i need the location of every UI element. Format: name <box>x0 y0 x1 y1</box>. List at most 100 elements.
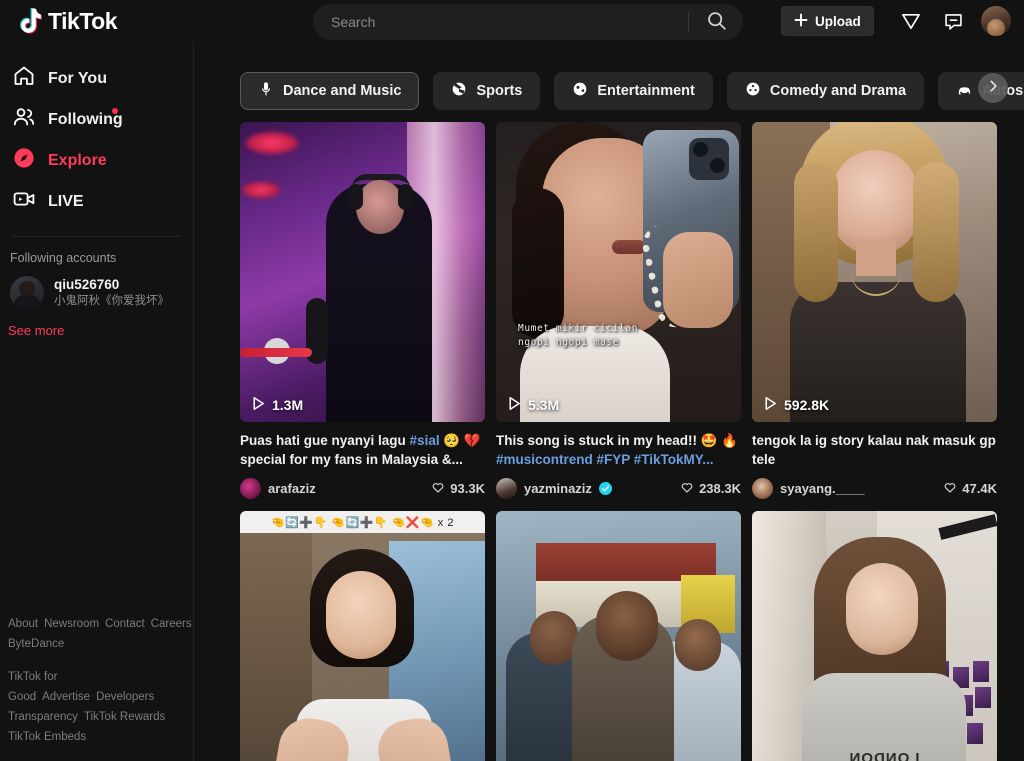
footer-link-careers[interactable]: Careers <box>151 618 192 630</box>
category-chip-comedy-and-drama[interactable]: Comedy and Drama <box>726 72 925 110</box>
video-thumbnail[interactable]: 🤏🔄➕👇 🤏🔄➕👇 🤏❌🤏 x 2 <box>240 511 485 761</box>
footer-link-developers[interactable]: Developers <box>96 691 154 703</box>
people-icon <box>12 105 36 134</box>
video-thumbnail[interactable] <box>496 511 741 761</box>
footer-line: ByteDance <box>8 634 186 654</box>
thumb-art <box>846 563 918 656</box>
sidebar-item-following[interactable]: Following <box>0 99 193 140</box>
category-chip-entertainment[interactable]: Entertainment <box>554 72 713 110</box>
video-meta: syayang.____ 47.4K <box>752 478 997 500</box>
thumb-art <box>675 619 721 672</box>
caption-hashtag[interactable]: #sial <box>410 433 440 448</box>
upload-label: Upload <box>815 13 861 29</box>
upload-button[interactable]: Upload <box>781 6 874 36</box>
live-video-icon <box>12 187 36 216</box>
tiktok-logo[interactable]: TikTok <box>0 7 195 35</box>
following-account-row[interactable]: qiu526760 小鬼阿秋《你爱我坏》 <box>0 271 193 315</box>
footer-line: TikTok for Good Advertise Developers <box>8 667 186 707</box>
footer-link-bytedance[interactable]: ByteDance <box>8 638 64 650</box>
compass-icon <box>12 146 36 175</box>
account-subtitle: 小鬼阿秋《你爱我坏》 <box>54 295 169 308</box>
video-card[interactable]: 🤏🔄➕👇 🤏🔄➕👇 🤏❌🤏 x 2 <box>240 511 485 761</box>
sidebar-label-live: LIVE <box>48 192 84 210</box>
thumb-art <box>512 188 564 338</box>
sidebar-item-for-you[interactable]: For You <box>0 58 193 99</box>
author-username[interactable]: arafaziz <box>268 481 316 496</box>
footer-line: Transparency TikTok Rewards <box>8 707 186 727</box>
chevron-right-icon <box>986 79 1000 98</box>
category-label: Comedy and Drama <box>769 83 907 99</box>
thumb-art <box>246 132 298 154</box>
profile-avatar[interactable] <box>981 6 1011 36</box>
author-username[interactable]: yazminaziz <box>524 481 592 496</box>
account-avatar <box>10 276 44 310</box>
video-card[interactable] <box>496 511 741 761</box>
author-username[interactable]: syayang.____ <box>780 481 865 496</box>
microphone-icon <box>258 81 274 101</box>
category-chip-sports[interactable]: Sports <box>433 72 541 110</box>
like-count-value: 93.3K <box>450 481 485 497</box>
video-thumbnail[interactable]: Mumet mikir cicilan ngopi ngopi mase 5.3… <box>496 122 741 422</box>
search-button[interactable] <box>689 4 743 40</box>
author-avatar[interactable] <box>496 478 517 500</box>
play-icon <box>252 396 265 414</box>
footer-group-company: About Newsroom Contact Careers ByteDance <box>8 614 192 654</box>
video-caption: tengok la ig story kalau nak masuk gp te… <box>752 431 997 469</box>
following-notification-badge <box>112 108 118 114</box>
video-card[interactable]: 592.8K tengok la ig story kalau nak masu… <box>752 122 997 500</box>
thumb-art <box>612 240 646 254</box>
video-card[interactable]: 1.3M Puas hati gue nyanyi lagu #sial 🥺 💔… <box>240 122 485 500</box>
thumb-art <box>242 182 280 198</box>
sidebar-label-following: Following <box>48 110 123 128</box>
message-icon[interactable] <box>940 8 966 34</box>
caption-hashtag[interactable]: #musicontrend #FYP #TikTokMY... <box>496 452 714 467</box>
thumb-art <box>832 150 918 254</box>
see-more-link[interactable]: See more <box>0 315 193 338</box>
footer-link-contact[interactable]: Contact <box>105 618 145 630</box>
video-grid: 1.3M Puas hati gue nyanyi lagu #sial 🥺 💔… <box>194 116 1024 761</box>
top-navigation-bar: TikTok Upload <box>0 0 1024 42</box>
thumb-art <box>348 184 363 210</box>
footer-link-advertise[interactable]: Advertise <box>42 691 90 703</box>
search-input[interactable] <box>313 14 688 30</box>
sidebar-label-for-you: For You <box>48 69 107 87</box>
video-meta: arafaziz 93.3K <box>240 478 485 500</box>
following-accounts-heading: Following accounts <box>10 251 117 265</box>
video-card[interactable]: LONDON <box>752 511 997 761</box>
caption-text: Puas hati gue nyanyi lagu <box>240 433 410 448</box>
view-count-value: 5.3M <box>528 397 560 413</box>
sports-ball-icon <box>451 81 467 101</box>
thumb-art <box>356 180 404 234</box>
footer-link-tiktok-rewards[interactable]: TikTok Rewards <box>84 711 165 723</box>
footer-link-about[interactable]: About <box>8 618 38 630</box>
footer-link-tiktok-embeds[interactable]: TikTok Embeds <box>8 731 86 743</box>
home-icon <box>12 64 36 93</box>
author-avatar[interactable] <box>752 478 773 500</box>
hoodie-text: LONDON <box>848 749 920 761</box>
category-label: Sports <box>476 83 523 99</box>
sidebar-item-live[interactable]: LIVE <box>0 181 193 222</box>
category-chip-dance-and-music[interactable]: Dance and Music <box>240 72 420 110</box>
sidebar-footer: About Newsroom Contact Careers ByteDance Ti… <box>0 614 193 761</box>
thumb-art <box>596 591 658 662</box>
footer-link-newsroom[interactable]: Newsroom <box>44 618 99 630</box>
author-avatar[interactable] <box>240 478 261 500</box>
thumb-art <box>802 673 966 761</box>
thumb-art <box>530 611 578 666</box>
video-thumbnail[interactable]: LONDON <box>752 511 997 761</box>
video-thumbnail[interactable]: 1.3M <box>240 122 485 422</box>
like-count: 93.3K <box>431 480 485 497</box>
like-count-value: 47.4K <box>962 481 997 497</box>
search-bar[interactable] <box>313 4 743 40</box>
footer-line: About Newsroom Contact Careers <box>8 614 192 634</box>
main-content: Dance and Music Sports Entertainment Com… <box>194 42 1024 761</box>
paper-plane-icon[interactable] <box>898 8 924 34</box>
categories-scroll-right-button[interactable] <box>978 73 1008 103</box>
video-card[interactable]: Mumet mikir cicilan ngopi ngopi mase 5.3… <box>496 122 741 500</box>
sidebar-item-explore[interactable]: Explore <box>0 140 193 181</box>
caption-text: tengok la ig story kalau nak masuk gp te… <box>752 433 996 468</box>
view-count-value: 592.8K <box>784 397 830 413</box>
video-thumbnail[interactable]: 592.8K <box>752 122 997 422</box>
footer-link-transparency[interactable]: Transparency <box>8 711 78 723</box>
view-count-value: 1.3M <box>272 397 304 413</box>
